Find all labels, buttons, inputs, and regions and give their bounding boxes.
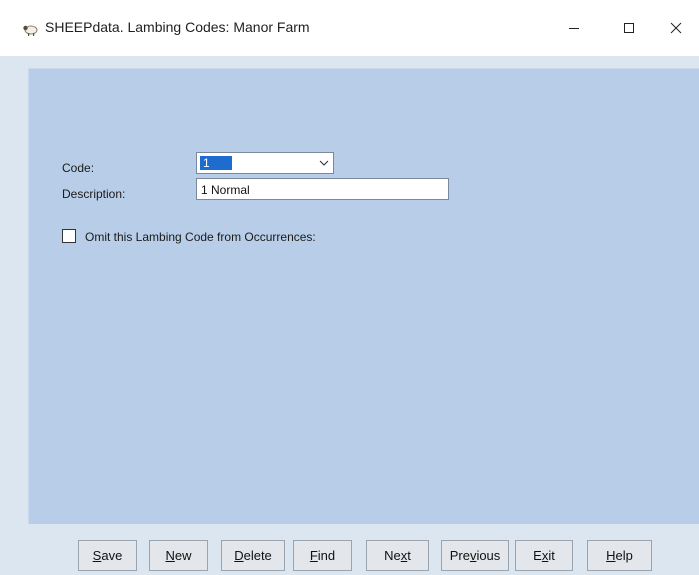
maximize-icon [624,23,634,33]
code-combobox[interactable]: 1 [196,152,334,174]
close-button[interactable] [653,10,699,46]
window-client-area: Code: 1 Description: 1 Normal Omit this … [0,56,699,575]
form-panel: Code: 1 Description: 1 Normal Omit this … [28,68,699,524]
delete-button[interactable]: Delete [221,540,285,571]
chevron-down-icon[interactable] [319,158,329,168]
window-title: SHEEPdata. Lambing Codes: Manor Farm [45,19,310,35]
code-label: Code: [62,161,95,175]
minimize-button[interactable] [551,10,597,46]
find-button[interactable]: Find [293,540,352,571]
next-button[interactable]: Ne x t [366,540,429,571]
new-button[interactable]: New [149,540,208,571]
previous-button[interactable]: Pre v ious [441,540,509,571]
title-bar: SHEEPdata. Lambing Codes: Manor Farm [0,0,699,56]
code-value: 1 [200,156,232,170]
omit-checkbox[interactable] [62,229,76,243]
exit-button[interactable]: Ex it [515,540,573,571]
save-button[interactable]: Save [78,540,137,571]
description-label: Description: [62,187,126,201]
description-input[interactable]: 1 Normal [196,178,449,200]
help-button[interactable]: Help [587,540,652,571]
maximize-button[interactable] [606,10,652,46]
sheep-icon [22,21,38,37]
close-icon [670,22,682,34]
minimize-icon [569,28,579,29]
omit-checkbox-label[interactable]: Omit this Lambing Code from Occurrences: [85,230,316,244]
